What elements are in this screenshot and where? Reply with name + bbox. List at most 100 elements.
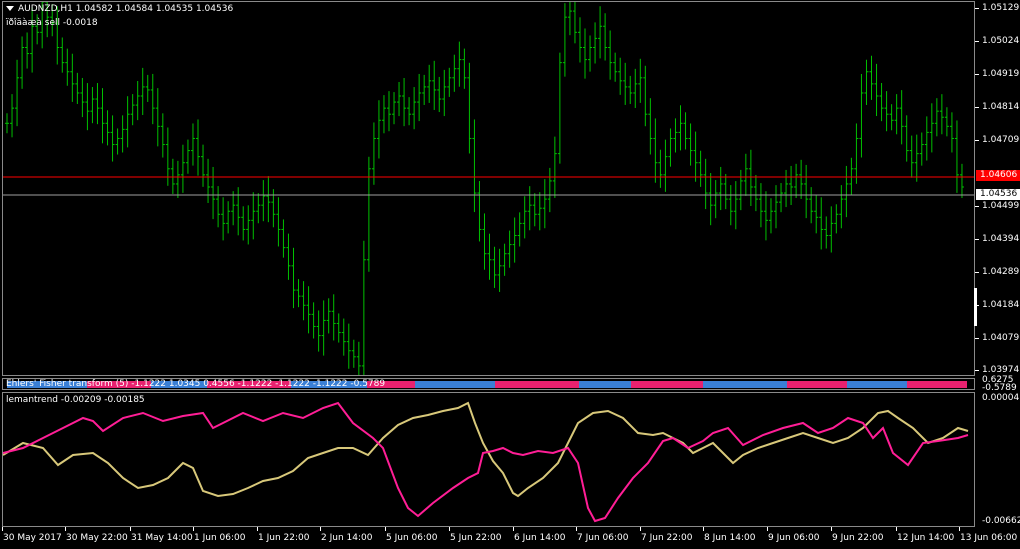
price-bar: [206, 158, 211, 203]
price-bar: [256, 193, 261, 224]
lemantrend-pane[interactable]: [2, 392, 975, 527]
fisher-histogram-bar: [507, 381, 511, 388]
price-bar: [959, 163, 964, 198]
fisher-histogram-bar: [947, 381, 951, 388]
price-bar: [904, 115, 909, 162]
dropdown-triangle-icon[interactable]: [6, 6, 14, 11]
price-bar: [934, 98, 939, 137]
price-bar: [532, 193, 537, 227]
price-bar: [613, 52, 618, 82]
price-bar: [758, 183, 763, 228]
fisher-histogram-bar: [779, 381, 783, 388]
price-bar: [779, 183, 784, 213]
fisher-histogram-bar: [607, 381, 611, 388]
time-axis-tick: [767, 527, 768, 531]
fisher-histogram-bar: [855, 381, 859, 388]
price-bar: [799, 159, 804, 199]
fisher-histogram-bar: [475, 381, 479, 388]
price-bar: [673, 118, 678, 153]
fisher-histogram-bar: [927, 381, 931, 388]
fisher-histogram-bar: [963, 381, 967, 388]
fisher-histogram-bar: [795, 381, 799, 388]
fisher-histogram-bar: [631, 381, 635, 388]
price-bar: [371, 122, 376, 185]
fisher-histogram-bar: [539, 381, 543, 388]
price-axis-label: 1.04079: [982, 333, 1020, 343]
price-bar: [301, 281, 306, 321]
fisher-histogram-bar: [491, 381, 495, 388]
fisher-histogram-bar: [443, 381, 447, 388]
price-bar: [442, 69, 447, 117]
fisher-histogram-bar: [883, 381, 887, 388]
fisher-histogram-bar: [759, 381, 763, 388]
fisher-histogram-bar: [655, 381, 659, 388]
fisher-histogram-bar: [743, 381, 747, 388]
time-axis-tick: [2, 527, 3, 531]
fisher-histogram-bar: [679, 381, 683, 388]
fisher-histogram-bar: [499, 381, 503, 388]
time-axis-tick: [831, 527, 832, 531]
price-bar: [743, 153, 748, 196]
price-bar: [397, 81, 402, 117]
mt4-chart-window: AUDNZD,H1 1.04582 1.04584 1.04535 1.0453…: [0, 0, 1020, 549]
price-axis-tick: [975, 74, 979, 75]
price-bar: [784, 169, 789, 208]
price-pane[interactable]: [2, 1, 975, 376]
price-bar: [216, 186, 221, 228]
time-axis-label: 1 Jun 22:00: [258, 533, 310, 543]
fisher-histogram-bar: [835, 381, 839, 388]
price-bar: [376, 100, 381, 159]
price-bar: [356, 341, 361, 375]
price-bar: [723, 173, 728, 210]
price-axis-tick: [975, 140, 979, 141]
price-bar: [507, 230, 512, 268]
time-axis-tick: [703, 527, 704, 531]
time-axis-tick: [130, 527, 131, 531]
fisher-histogram-bar: [751, 381, 755, 388]
fisher-histogram-bar: [455, 381, 459, 388]
price-bar: [55, 6, 60, 65]
price-bar: [321, 300, 326, 356]
fisher-transform-label: Ehlers' Fisher transform (5) -1.1222 1.0…: [6, 379, 386, 389]
fisher-histogram-bar: [783, 381, 787, 388]
price-bar: [708, 173, 713, 226]
price-bar: [392, 92, 397, 125]
fisher-histogram-bar: [559, 381, 563, 388]
fisher-histogram-bar: [815, 381, 819, 388]
price-axis-tick: [975, 41, 979, 42]
fisher-histogram-bar: [787, 381, 791, 388]
price-bar: [824, 216, 829, 249]
fisher-histogram-bar: [715, 381, 719, 388]
time-axis-tick: [896, 527, 897, 531]
price-bar: [482, 213, 487, 270]
price-bar: [402, 77, 407, 127]
price-bar: [296, 279, 301, 308]
fisher-histogram-bar: [483, 381, 487, 388]
fisher-histogram-bar: [399, 381, 403, 388]
price-bar: [522, 196, 527, 239]
fisher-histogram-bar: [471, 381, 475, 388]
price-bar: [567, 2, 572, 36]
fisher-histogram-bar: [915, 381, 919, 388]
price-bar: [834, 204, 839, 234]
fisher-histogram-bar: [711, 381, 715, 388]
price-bar: [140, 67, 145, 116]
lemantrend-line-2: [3, 401, 969, 498]
fisher-histogram-bar: [891, 381, 895, 388]
price-axis-label: 1.04184: [982, 300, 1020, 310]
price-bar: [427, 64, 432, 103]
fisher-histogram-bar: [695, 381, 699, 388]
fisher-histogram-bar: [671, 381, 675, 388]
chart-shift-marker[interactable]: [974, 288, 977, 326]
fisher-histogram-bar: [731, 381, 735, 388]
price-bar: [944, 107, 949, 137]
fisher-histogram-bar: [575, 381, 579, 388]
fisher-histogram-bar: [643, 381, 647, 388]
price-bar: [648, 98, 653, 155]
price-bar: [492, 246, 497, 288]
price-axis-tick: [975, 370, 979, 371]
price-axis-tick: [975, 338, 979, 339]
price-axis-label: 1.04394: [982, 234, 1020, 244]
time-axis-tick: [513, 527, 514, 531]
fisher-histogram-bar: [619, 381, 623, 388]
